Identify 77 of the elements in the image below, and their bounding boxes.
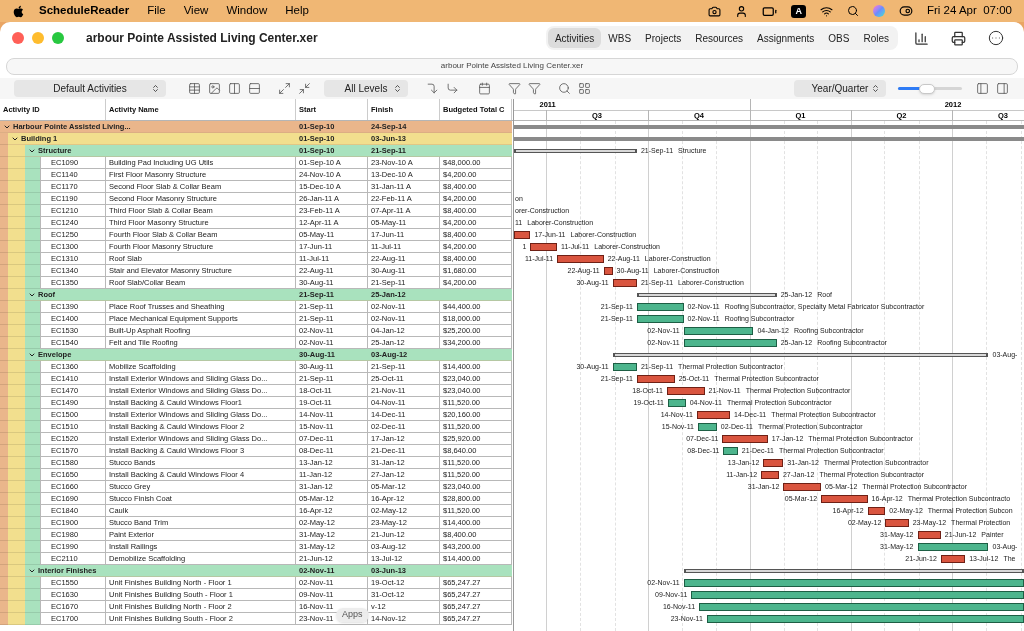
- outline-band: [25, 205, 40, 217]
- outline-band: [25, 265, 40, 277]
- camera-icon[interactable]: [708, 4, 722, 18]
- outline-band: [25, 589, 40, 601]
- menu-item[interactable]: Help: [285, 2, 309, 20]
- outline-band: [25, 529, 40, 541]
- filter-icon[interactable]: [506, 80, 522, 97]
- outline-band: [25, 469, 40, 481]
- image-icon[interactable]: [206, 80, 222, 97]
- grid-icon[interactable]: [576, 80, 592, 97]
- outline-band: [25, 409, 40, 421]
- outline-band: [25, 169, 40, 181]
- outline-band: [25, 253, 40, 265]
- menu-item[interactable]: View: [183, 2, 209, 20]
- slider-thumb[interactable]: [918, 83, 935, 94]
- calendar-icon[interactable]: [476, 80, 492, 97]
- tab[interactable]: Assignments: [750, 28, 822, 48]
- path-field: arbour Pointe Assisted Living Center.xer: [6, 57, 1018, 75]
- tab[interactable]: WBS: [601, 28, 639, 48]
- outline-band: [25, 613, 40, 625]
- panel-icon[interactable]: [974, 80, 990, 97]
- wifi-icon[interactable]: [819, 4, 833, 18]
- chevrons-icon: [151, 84, 160, 93]
- outline-band: [25, 517, 40, 529]
- outline-band: [25, 433, 40, 445]
- search-icon[interactable]: [846, 5, 859, 17]
- tooltip: Apps: [336, 608, 369, 622]
- outline-band: [25, 493, 40, 505]
- outline-band: [25, 481, 40, 493]
- close-button[interactable]: [12, 32, 24, 44]
- rows-icon[interactable]: [246, 80, 262, 97]
- outline-band: [25, 397, 40, 409]
- dropdown[interactable]: Year/Quarter: [794, 80, 886, 97]
- search-icon[interactable]: [556, 80, 572, 97]
- tab[interactable]: Projects: [638, 28, 689, 48]
- window-title: arbour Pointe Assisted Living Center.xer: [86, 30, 318, 47]
- panel-icon[interactable]: [994, 80, 1010, 97]
- menu-item[interactable]: File: [147, 2, 166, 20]
- outline-band: [25, 373, 40, 385]
- menu-item[interactable]: Window: [226, 2, 268, 20]
- filter-icon[interactable]: [526, 80, 542, 97]
- dropdown[interactable]: Default Activities: [14, 80, 166, 97]
- zoom-button[interactable]: [52, 32, 64, 44]
- clock: Fri 24 Apr 07:00: [926, 3, 1012, 19]
- outline-band: [25, 457, 40, 469]
- outline-band: [25, 505, 40, 517]
- printer-icon[interactable]: [951, 30, 966, 46]
- zoom-slider[interactable]: [898, 82, 962, 95]
- outline-band: [25, 421, 40, 433]
- dropdown[interactable]: All Levels: [324, 80, 408, 97]
- outline-band: [25, 217, 40, 229]
- input-source[interactable]: A: [791, 4, 806, 18]
- tab[interactable]: Roles: [856, 28, 896, 48]
- more-icon[interactable]: [988, 30, 1004, 46]
- outline-band: [25, 193, 40, 205]
- outline-band: [25, 313, 40, 325]
- outline-band: [25, 181, 40, 193]
- outline-band: [25, 385, 40, 397]
- table-icon[interactable]: [186, 80, 202, 97]
- columns-icon[interactable]: [226, 80, 242, 97]
- outline-band: [25, 445, 40, 457]
- tab[interactable]: Activities: [547, 28, 602, 48]
- outline-band: [25, 229, 40, 241]
- outline-band: [25, 325, 40, 337]
- expand-icon[interactable]: [276, 80, 292, 97]
- apple-icon[interactable]: [12, 4, 25, 18]
- outline-band: [25, 241, 40, 253]
- chevrons-icon: [393, 84, 402, 93]
- person-icon[interactable]: [735, 4, 749, 18]
- chevrons-icon: [871, 84, 880, 93]
- outline-band: [25, 601, 40, 613]
- outline-band: [25, 541, 40, 553]
- app-menu[interactable]: ScheduleReader: [39, 2, 130, 20]
- collapse-icon[interactable]: [296, 80, 312, 97]
- tab[interactable]: Resources: [688, 28, 751, 48]
- tab[interactable]: OBS: [821, 28, 857, 48]
- bar-chart-icon[interactable]: [914, 30, 929, 46]
